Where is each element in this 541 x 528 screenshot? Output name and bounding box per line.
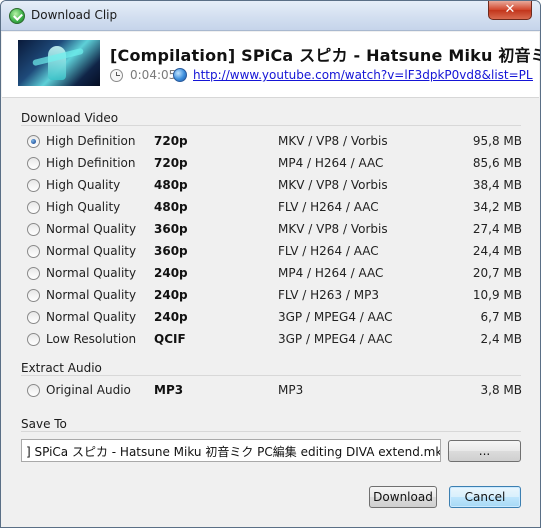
file-size-label: 2,4 MB	[480, 332, 522, 346]
format-label: MKV / VP8 / Vorbis	[278, 178, 388, 192]
resolution-label: 240p	[154, 266, 188, 280]
radio-button[interactable]	[27, 384, 40, 397]
file-size-label: 27,4 MB	[472, 222, 522, 236]
resolution-label: 240p	[154, 310, 188, 324]
radio-button[interactable]	[27, 311, 40, 324]
quality-label: Normal Quality	[46, 222, 137, 236]
quality-label: High Quality	[46, 200, 121, 214]
file-size-label: 20,7 MB	[472, 266, 522, 280]
cancel-button[interactable]: Cancel	[449, 486, 521, 508]
resolution-label: MP3	[154, 383, 184, 397]
quality-option-row[interactable]: Normal Quality 240p 3GP / MPEG4 / AAC 6,7 M…	[21, 306, 526, 328]
format-label: 3GP / MPEG4 / AAC	[278, 310, 393, 324]
quality-option-row[interactable]: Normal Quality 360p MKV / VP8 / Vorbis 27,4…	[21, 218, 526, 240]
radio-button[interactable]	[27, 245, 40, 258]
radio-button[interactable]	[27, 135, 40, 148]
quality-option-row[interactable]: High Definition 720p MP4 / H264 / AAC 85,6 …	[21, 152, 526, 174]
format-label: FLV / H264 / AAC	[278, 244, 379, 258]
save-path-field[interactable]: ] SPiCa スピカ - Hatsune Miku 初音ミク PC編集 edi…	[21, 439, 441, 462]
format-label: FLV / H263 / MP3	[278, 288, 379, 302]
format-label: FLV / H264 / AAC	[278, 200, 379, 214]
file-size-label: 85,6 MB	[472, 156, 522, 170]
format-label: MP4 / H264 / AAC	[278, 266, 384, 280]
app-logo-icon	[9, 8, 25, 24]
extract-audio-label: Extract Audio	[21, 361, 108, 375]
quality-option-row[interactable]: Normal Quality 240p FLV / H263 / MP3 10,9 M…	[21, 284, 526, 306]
quality-label: Normal Quality	[46, 244, 137, 258]
clock-icon	[110, 69, 123, 82]
radio-button[interactable]	[27, 157, 40, 170]
quality-option-row[interactable]: Low Resolution QCIF 3GP / MPEG4 / AAC 2,4 M…	[21, 328, 526, 350]
file-size-label: 38,4 MB	[472, 178, 522, 192]
globe-icon	[173, 68, 187, 82]
format-label: MP3	[278, 383, 304, 397]
clip-url-link[interactable]: http://www.youtube.com/watch?v=lF3dpkP0v…	[193, 68, 533, 82]
file-size-label: 34,2 MB	[472, 200, 522, 214]
quality-label: High Definition	[46, 134, 136, 148]
quality-label: Normal Quality	[46, 266, 137, 280]
file-size-label: 3,8 MB	[480, 383, 522, 397]
quality-label: Normal Quality	[46, 310, 137, 324]
radio-button[interactable]	[27, 179, 40, 192]
close-button[interactable]: ✕	[488, 1, 532, 20]
format-label: 3GP / MPEG4 / AAC	[278, 332, 393, 346]
quality-option-row[interactable]: High Definition 720p MKV / VP8 / Vorbis 95,…	[21, 130, 526, 152]
file-size-label: 6,7 MB	[480, 310, 522, 324]
quality-label: Original Audio	[46, 383, 131, 397]
quality-option-row[interactable]: High Quality 480p MKV / VP8 / Vorbis 38,4 M…	[21, 174, 526, 196]
quality-label: High Quality	[46, 178, 121, 192]
resolution-label: 240p	[154, 288, 188, 302]
download-video-divider	[21, 125, 521, 126]
resolution-label: 360p	[154, 244, 188, 258]
window-title: Download Clip	[31, 8, 118, 22]
quality-option-row[interactable]: Original Audio MP3 MP3 3,8 MB	[21, 379, 526, 401]
download-button[interactable]: Download	[369, 486, 437, 508]
title-bar[interactable]: Download Clip ✕	[1, 1, 540, 31]
resolution-label: 360p	[154, 222, 188, 236]
save-to-label: Save To	[21, 417, 73, 431]
resolution-label: 720p	[154, 134, 188, 148]
file-size-label: 95,8 MB	[472, 134, 522, 148]
download-video-label: Download Video	[21, 111, 125, 125]
clip-info-header: [Compilation] SPiCa スピカ - Hatsune Miku 初…	[2, 32, 540, 98]
save-to-divider	[21, 431, 521, 432]
clip-title: [Compilation] SPiCa スピカ - Hatsune Miku 初…	[110, 46, 540, 65]
radio-button[interactable]	[27, 201, 40, 214]
format-label: MP4 / H264 / AAC	[278, 156, 384, 170]
radio-button[interactable]	[27, 267, 40, 280]
clip-thumbnail	[18, 40, 100, 86]
quality-label: Normal Quality	[46, 288, 137, 302]
resolution-label: 720p	[154, 156, 188, 170]
quality-label: Low Resolution	[46, 332, 137, 346]
resolution-label: 480p	[154, 178, 188, 192]
browse-button[interactable]: ...	[448, 440, 521, 462]
file-size-label: 10,9 MB	[472, 288, 522, 302]
clip-duration: 0:04:05	[130, 68, 177, 82]
radio-button[interactable]	[27, 333, 40, 346]
radio-button[interactable]	[27, 289, 40, 302]
format-label: MKV / VP8 / Vorbis	[278, 222, 388, 236]
extract-audio-divider	[21, 375, 521, 376]
format-label: MKV / VP8 / Vorbis	[278, 134, 388, 148]
resolution-label: 480p	[154, 200, 188, 214]
download-clip-dialog: Download Clip ✕ [Compilation] SPiCa スピカ …	[0, 0, 541, 528]
quality-option-row[interactable]: Normal Quality 360p FLV / H264 / AAC 24,4 M…	[21, 240, 526, 262]
quality-option-row[interactable]: High Quality 480p FLV / H264 / AAC 34,2 MB	[21, 196, 526, 218]
quality-label: High Definition	[46, 156, 136, 170]
quality-option-row[interactable]: Normal Quality 240p MP4 / H264 / AAC 20,7 M…	[21, 262, 526, 284]
resolution-label: QCIF	[154, 332, 186, 346]
file-size-label: 24,4 MB	[472, 244, 522, 258]
radio-button[interactable]	[27, 223, 40, 236]
